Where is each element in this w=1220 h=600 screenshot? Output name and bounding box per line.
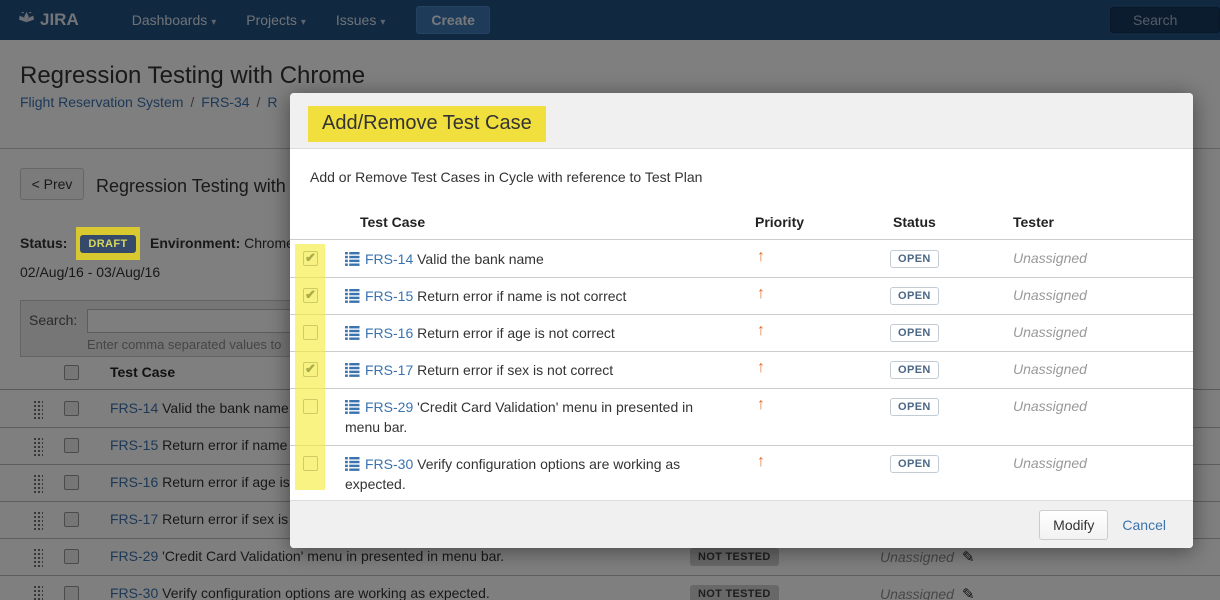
dialog-footer: Modify Cancel [290, 500, 1193, 548]
dialog-header: Add/Remove Test Case [290, 93, 1193, 149]
row-checkbox[interactable] [303, 361, 318, 377]
test-case-key-link[interactable]: FRS-16 [365, 325, 413, 341]
dialog-table-row: FRS-15 Return error if name is not corre… [290, 278, 1193, 315]
test-case-summary: FRS-16 Return error if age is not correc… [345, 315, 723, 351]
row-checkbox[interactable] [303, 287, 318, 303]
test-case-summary-text: Valid the bank name [417, 251, 544, 267]
test-case-summary: FRS-30 Verify configuration options are … [345, 446, 723, 502]
cancel-link[interactable]: Cancel [1122, 517, 1166, 533]
priority-up-icon: ↑ [757, 359, 765, 376]
status-badge: OPEN [890, 455, 939, 473]
tester-name: Unassigned [1013, 455, 1087, 471]
test-case-summary: FRS-17 Return error if sex is not correc… [345, 352, 723, 388]
column-status: Status [893, 214, 936, 230]
dialog-title-highlight: Add/Remove Test Case [308, 106, 546, 142]
test-case-key-link[interactable]: FRS-30 [365, 456, 413, 472]
test-case-key-link[interactable]: FRS-17 [365, 362, 413, 378]
dialog-table-row: FRS-16 Return error if age is not correc… [290, 315, 1193, 352]
status-badge: OPEN [890, 324, 939, 342]
priority-up-icon: ↑ [757, 285, 765, 302]
test-case-list-icon [345, 457, 360, 471]
column-tester: Tester [1013, 214, 1054, 230]
screen: JIRA Dashboards▾ Projects▾ Issues▾ Creat… [0, 0, 1220, 600]
tester-name: Unassigned [1013, 398, 1087, 414]
priority-up-icon: ↑ [757, 396, 765, 413]
status-badge: OPEN [890, 287, 939, 305]
test-case-summary: FRS-14 Valid the bank name [345, 241, 723, 277]
modify-button[interactable]: Modify [1039, 509, 1109, 540]
dialog-table-row: FRS-30 Verify configuration options are … [290, 446, 1193, 503]
priority-up-icon: ↑ [757, 453, 765, 470]
test-case-key-link[interactable]: FRS-29 [365, 399, 413, 415]
test-case-summary: FRS-29 'Credit Card Validation' menu in … [345, 389, 723, 445]
tester-name: Unassigned [1013, 361, 1087, 377]
dialog-table-header: Test Case Priority Status Tester [290, 205, 1193, 240]
status-badge: DRAFT [80, 234, 136, 253]
column-priority: Priority [755, 214, 805, 230]
row-checkbox[interactable] [303, 325, 318, 340]
test-case-key-link[interactable]: FRS-15 [365, 288, 413, 304]
test-case-list-icon [345, 400, 360, 414]
dialog-table-rows: FRS-14 Valid the bank name ↑ OPEN Unassi… [290, 241, 1193, 503]
row-checkbox[interactable] [303, 399, 318, 414]
test-case-list-icon [345, 363, 360, 377]
test-case-summary-text: Return error if name is not correct [417, 288, 627, 304]
test-case-list-icon [345, 326, 360, 340]
status-badge: OPEN [890, 361, 939, 379]
test-case-list-icon [345, 252, 360, 266]
test-case-summary-text: Return error if sex is not correct [417, 362, 614, 378]
draft-status-highlight: DRAFT [76, 227, 140, 260]
dialog-table-row: FRS-17 Return error if sex is not correc… [290, 352, 1193, 389]
status-badge: OPEN [890, 250, 939, 268]
tester-name: Unassigned [1013, 250, 1087, 266]
test-case-list-icon [345, 289, 360, 303]
dialog-table-row: FRS-29 'Credit Card Validation' menu in … [290, 389, 1193, 446]
tester-name: Unassigned [1013, 324, 1087, 340]
add-remove-test-case-dialog: Add/Remove Test Case Add or Remove Test … [290, 93, 1193, 548]
test-case-key-link[interactable]: FRS-14 [365, 251, 413, 267]
dialog-title: Add/Remove Test Case [322, 112, 532, 134]
tester-name: Unassigned [1013, 287, 1087, 303]
column-test-case: Test Case [360, 214, 426, 230]
priority-up-icon: ↑ [757, 322, 765, 339]
test-case-summary: FRS-15 Return error if name is not corre… [345, 278, 723, 314]
dialog-table-row: FRS-14 Valid the bank name ↑ OPEN Unassi… [290, 241, 1193, 278]
row-checkbox[interactable] [303, 250, 318, 266]
priority-up-icon: ↑ [757, 248, 765, 265]
test-case-summary-text: Return error if age is not correct [417, 325, 615, 341]
status-badge: OPEN [890, 398, 939, 416]
dialog-description: Add or Remove Test Cases in Cycle with r… [310, 169, 703, 185]
row-checkbox[interactable] [303, 456, 318, 471]
